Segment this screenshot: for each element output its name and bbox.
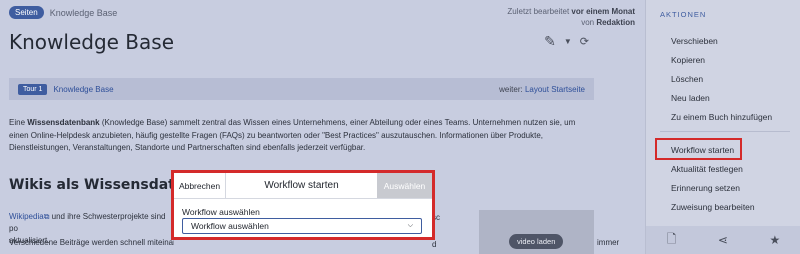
sidebar-divider — [660, 131, 790, 132]
dialog-title: Workflow starten — [264, 180, 339, 191]
actions-heading: AKTIONEN — [660, 10, 707, 19]
video-placeholder: video laden — [479, 210, 594, 254]
workflow-field-label: Workflow auswählen — [182, 207, 260, 217]
refresh-icon[interactable]: ⟳ — [580, 35, 589, 48]
start-workflow-dialog: Abbrechen Workflow starten Auswählen Wor… — [171, 170, 435, 240]
wikipedia-link[interactable]: Wikipedia — [9, 212, 44, 221]
tour-bar: Tour 1 Knowledge Base weiter: Layout Sta… — [9, 78, 594, 100]
edited-by-prefix: von — [581, 18, 597, 27]
breadcrumb: Seiten Knowledge Base — [9, 6, 117, 19]
tour-next: weiter: Layout Startseite — [499, 85, 585, 94]
page-icon[interactable]: 🗋 — [667, 230, 677, 251]
section-text-fragment-2: d — [432, 240, 437, 249]
workflow-select-value: Workflow auswählen — [191, 221, 269, 231]
actions-sidebar: AKTIONEN Verschieben Kopieren Löschen Ne… — [645, 0, 800, 254]
namespace-badge[interactable]: Seiten — [9, 6, 44, 19]
action-edit-assignment[interactable]: Zuweisung bearbeiten — [671, 202, 755, 212]
edited-prefix: Zuletzt bearbeitet — [507, 7, 572, 16]
dialog-header: Abbrechen Workflow starten Auswählen — [174, 173, 432, 199]
action-set-currency[interactable]: Aktualität festlegen — [671, 164, 743, 174]
edited-by-user[interactable]: Redaktion — [596, 18, 635, 27]
action-copy[interactable]: Kopieren — [671, 55, 705, 65]
page-tools: ✎ ▼ ⟳ — [544, 33, 589, 50]
sidebar-footer: 🗋 ⋖ ★ — [646, 226, 800, 254]
chevron-down-icon[interactable]: ▼ — [564, 37, 572, 46]
action-start-workflow[interactable]: Workflow starten — [671, 145, 734, 155]
intro-bold-term: Wissensdatenbank — [27, 118, 100, 127]
action-set-reminder[interactable]: Erinnerung setzen — [671, 183, 740, 193]
action-delete[interactable]: Löschen — [671, 74, 703, 84]
chevron-down-icon: ⌵ — [407, 222, 413, 229]
section-text-tail: immer — [597, 238, 620, 247]
intro-paragraph: Eine Wissensdatenbank (Knowledge Base) s… — [9, 117, 594, 155]
workflow-select[interactable]: Workflow auswählen ⌵ — [182, 218, 422, 234]
breadcrumb-page[interactable]: Knowledge Base — [50, 8, 118, 18]
action-add-to-book[interactable]: Zu einem Buch hinzufügen — [671, 112, 772, 122]
page-title: Knowledge Base — [9, 30, 174, 54]
star-icon[interactable]: ★ — [769, 233, 780, 247]
last-edited-info: Zuletzt bearbeitet vor einem Monat von R… — [507, 6, 635, 28]
tour-link[interactable]: Knowledge Base — [53, 85, 113, 94]
action-move[interactable]: Verschieben — [671, 36, 718, 46]
pencil-icon[interactable]: ✎ — [544, 33, 556, 50]
video-load-button[interactable]: video laden — [509, 234, 564, 249]
tour-next-prefix: weiter: — [499, 84, 525, 94]
intro-text-before: Eine — [9, 118, 28, 127]
edited-time[interactable]: vor einem Monat — [571, 7, 635, 16]
tour-badge: Tour 1 — [18, 83, 48, 95]
action-reload[interactable]: Neu laden — [671, 93, 710, 103]
section-paragraph-2: Verschiedene Beiträge werden schnell mit… — [9, 238, 174, 247]
tour-next-link[interactable]: Layout Startseite — [525, 85, 585, 94]
share-icon[interactable]: ⋖ — [718, 233, 728, 247]
select-button[interactable]: Auswählen — [377, 173, 432, 198]
cancel-button[interactable]: Abbrechen — [174, 173, 226, 198]
